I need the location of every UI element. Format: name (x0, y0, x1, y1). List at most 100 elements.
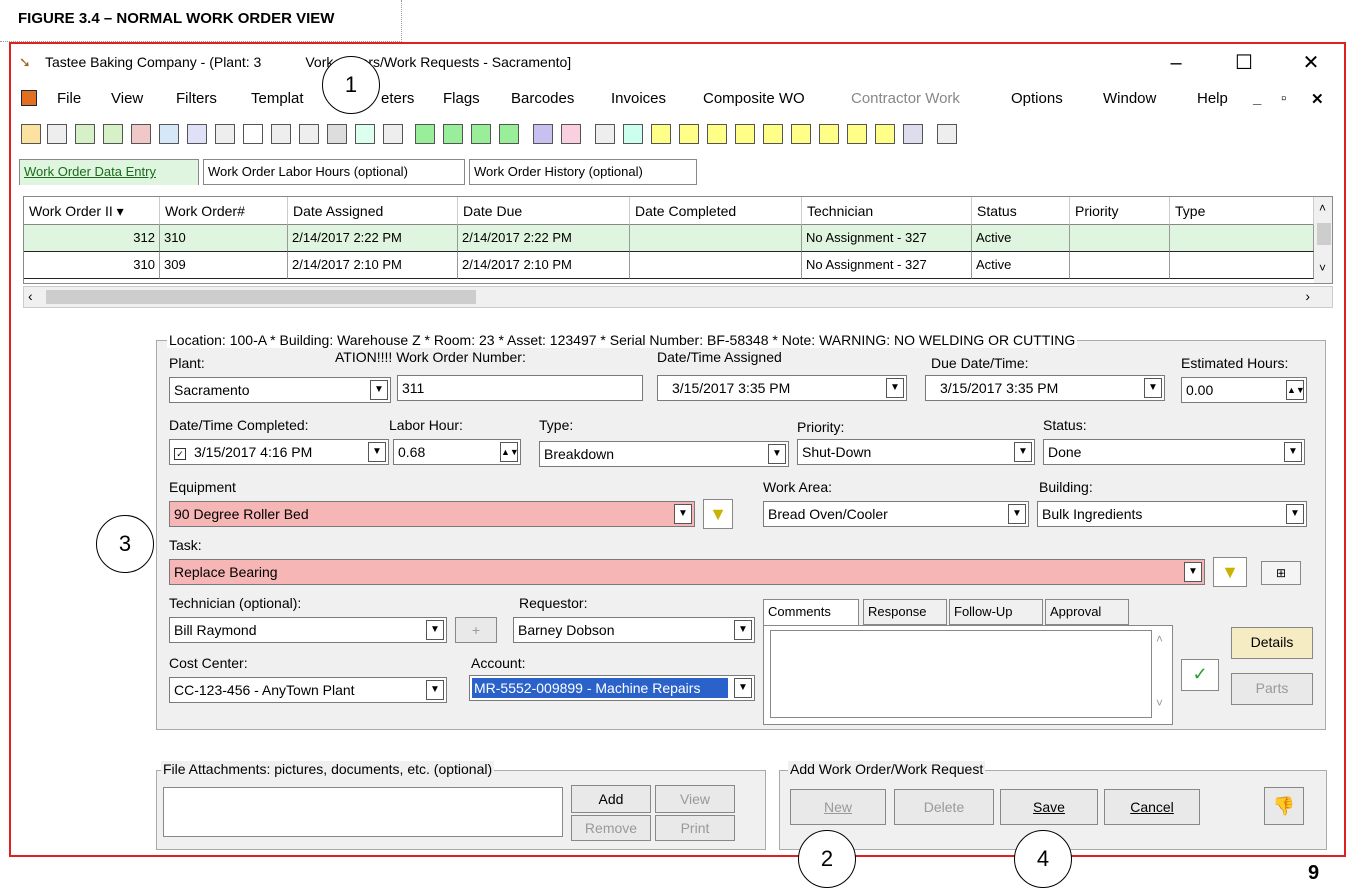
toolbar-pin-green-icon[interactable] (415, 124, 435, 144)
scroll-up-icon[interactable]: ˄ (1319, 201, 1326, 215)
menu-help[interactable]: Help (1197, 90, 1228, 107)
comments-textarea[interactable] (770, 630, 1152, 718)
toolbar-database-icon[interactable] (903, 124, 923, 144)
mdi-restore-button[interactable]: ▫ (1281, 90, 1286, 107)
toolbar-pin-icon[interactable] (47, 124, 67, 144)
stepper-arrows-icon[interactable]: ▲▼ (500, 442, 519, 462)
due-datetime-picker[interactable]: 3/15/2017 3:35 PM ▼ (925, 375, 1165, 401)
building-select[interactable]: Bulk Ingredients ▼ (1037, 501, 1307, 527)
grid-horizontal-scrollbar[interactable]: ‹ › (23, 286, 1333, 308)
toolbar-network-icon[interactable] (651, 124, 671, 144)
attachment-add-button[interactable]: Add (571, 785, 651, 813)
toolbar-chart-icon[interactable] (271, 124, 291, 144)
column-header[interactable]: Priority (1070, 197, 1170, 225)
chevron-down-icon[interactable]: ▼ (1284, 442, 1302, 462)
completed-datetime-picker[interactable]: ✓ 3/15/2017 4:16 PM ▼ (169, 439, 389, 465)
chevron-down-icon[interactable]: ▼ (426, 620, 444, 640)
account-select[interactable]: MR-5552-009899 - Machine Repairs ▼ (469, 675, 755, 701)
work-area-select[interactable]: Bread Oven/Cooler ▼ (763, 501, 1029, 527)
chevron-down-icon[interactable]: ▼ (768, 444, 786, 464)
tab-history[interactable]: Work Order History (optional) (469, 159, 697, 185)
attachments-list[interactable] (163, 787, 563, 837)
chevron-down-icon[interactable]: ▼ (1008, 504, 1026, 524)
toolbar-dollar-icon[interactable] (131, 124, 151, 144)
cancel-button[interactable]: Cancel (1104, 789, 1200, 825)
menu-view[interactable]: View (111, 90, 143, 107)
column-header[interactable]: Date Completed (630, 197, 802, 225)
add-task-icon[interactable]: ⊞ (1261, 561, 1301, 585)
attachment-remove-button[interactable]: Remove (571, 815, 651, 841)
toolbar-key-icon[interactable] (937, 124, 957, 144)
toolbar-broom-yellow-icon[interactable] (735, 124, 755, 144)
chevron-down-icon[interactable]: ▼ (1144, 378, 1162, 398)
technician-select[interactable]: Bill Raymond ▼ (169, 617, 447, 643)
minimize-button[interactable]: – (1156, 50, 1196, 76)
toolbar-pin-yellow-icon[interactable] (791, 124, 811, 144)
equipment-filter-icon[interactable]: ▼ (703, 499, 733, 529)
tab-response[interactable]: Response (863, 599, 947, 625)
cost-center-select[interactable]: CC-123-456 - AnyTown Plant ▼ (169, 677, 447, 703)
menu-file[interactable]: File (57, 90, 81, 107)
status-select[interactable]: Done ▼ (1043, 439, 1305, 465)
scroll-thumb[interactable] (1317, 223, 1331, 245)
tab-labor-hours[interactable]: Work Order Labor Hours (optional) (203, 159, 465, 185)
toolbar-flow-icon[interactable] (561, 124, 581, 144)
column-header[interactable]: Type (1170, 197, 1314, 225)
tab-approval[interactable]: Approval (1045, 599, 1129, 625)
toolbar-monitor-icon[interactable] (623, 124, 643, 144)
toolbar-wrench-green-icon[interactable] (499, 124, 519, 144)
column-header[interactable]: Technician (802, 197, 972, 225)
scroll-down-icon[interactable]: ˅ (1319, 261, 1326, 275)
table-row[interactable]: 310 309 2/14/2017 2:10 PM 2/14/2017 2:10… (24, 252, 1314, 279)
toolbar-people-icon[interactable] (819, 124, 839, 144)
scroll-up-icon[interactable]: ˄ (1156, 632, 1163, 646)
toolbar-gear-icon[interactable] (595, 124, 615, 144)
toolbar-wrench-icon[interactable] (299, 124, 319, 144)
column-header[interactable]: Date Assigned (288, 197, 458, 225)
sort-dropdown-icon[interactable]: ▾ (117, 203, 124, 219)
attachment-print-button[interactable]: Print (655, 815, 735, 841)
thumbs-down-icon[interactable]: 👎 (1264, 787, 1304, 825)
chevron-down-icon[interactable]: ▼ (734, 620, 752, 640)
mdi-minimize-button[interactable]: _ (1253, 90, 1261, 107)
menu-composite-wo[interactable]: Composite WO (703, 90, 805, 107)
toolbar-broom-green-icon[interactable] (443, 124, 463, 144)
column-header[interactable]: Work Order# (160, 197, 288, 225)
requestor-select[interactable]: Barney Dobson ▼ (513, 617, 755, 643)
chevron-down-icon[interactable]: ▼ (1014, 442, 1032, 462)
delete-button[interactable]: Delete (894, 789, 994, 825)
save-button[interactable]: Save (1000, 789, 1098, 825)
toolbar-network-icon[interactable] (679, 124, 699, 144)
tab-comments[interactable]: Comments (763, 599, 859, 625)
menu-filters[interactable]: Filters (176, 90, 217, 107)
toolbar-dollar-yellow-icon[interactable] (763, 124, 783, 144)
chevron-down-icon[interactable]: ▼ (426, 680, 444, 700)
plant-select[interactable]: Sacramento ▼ (169, 377, 391, 403)
toolbar-broom-icon[interactable] (243, 124, 263, 144)
tab-work-order-data-entry[interactable]: Work Order Data Entry (19, 159, 199, 185)
task-filter-icon[interactable]: ▼ (1213, 557, 1247, 587)
completed-checkbox[interactable]: ✓ (174, 448, 186, 460)
menu-parameters[interactable]: eters (381, 90, 414, 107)
spellcheck-check-icon[interactable]: ✓ (1181, 659, 1219, 691)
maximize-button[interactable]: ☐ (1224, 50, 1264, 76)
priority-select[interactable]: Shut-Down ▼ (797, 439, 1035, 465)
menu-invoices[interactable]: Invoices (611, 90, 666, 107)
close-button[interactable]: ✕ (1291, 50, 1331, 76)
chevron-down-icon[interactable]: ▼ (1184, 562, 1202, 582)
toolbar-dollar-icon[interactable] (159, 124, 179, 144)
toolbar-dollar-icon[interactable] (187, 124, 207, 144)
column-header[interactable]: Status (972, 197, 1070, 225)
toolbar-clock-icon[interactable] (355, 124, 375, 144)
toolbar-chart-yellow-icon[interactable] (707, 124, 727, 144)
table-row[interactable]: 312 310 2/14/2017 2:22 PM 2/14/2017 2:22… (24, 225, 1314, 252)
toolbar-dollar-icon[interactable] (75, 124, 95, 144)
toolbar-report-yellow-icon[interactable] (847, 124, 867, 144)
menu-barcodes[interactable]: Barcodes (511, 90, 574, 107)
add-technician-icon[interactable]: + (455, 617, 497, 643)
grid-vertical-scrollbar[interactable]: ˄ ˅ (1314, 197, 1332, 283)
toolbar-bar-chart-icon[interactable] (533, 124, 553, 144)
toolbar-dollar-icon[interactable] (215, 124, 235, 144)
chevron-down-icon[interactable]: ▼ (674, 504, 692, 524)
toolbar-report-yellow-icon[interactable] (875, 124, 895, 144)
